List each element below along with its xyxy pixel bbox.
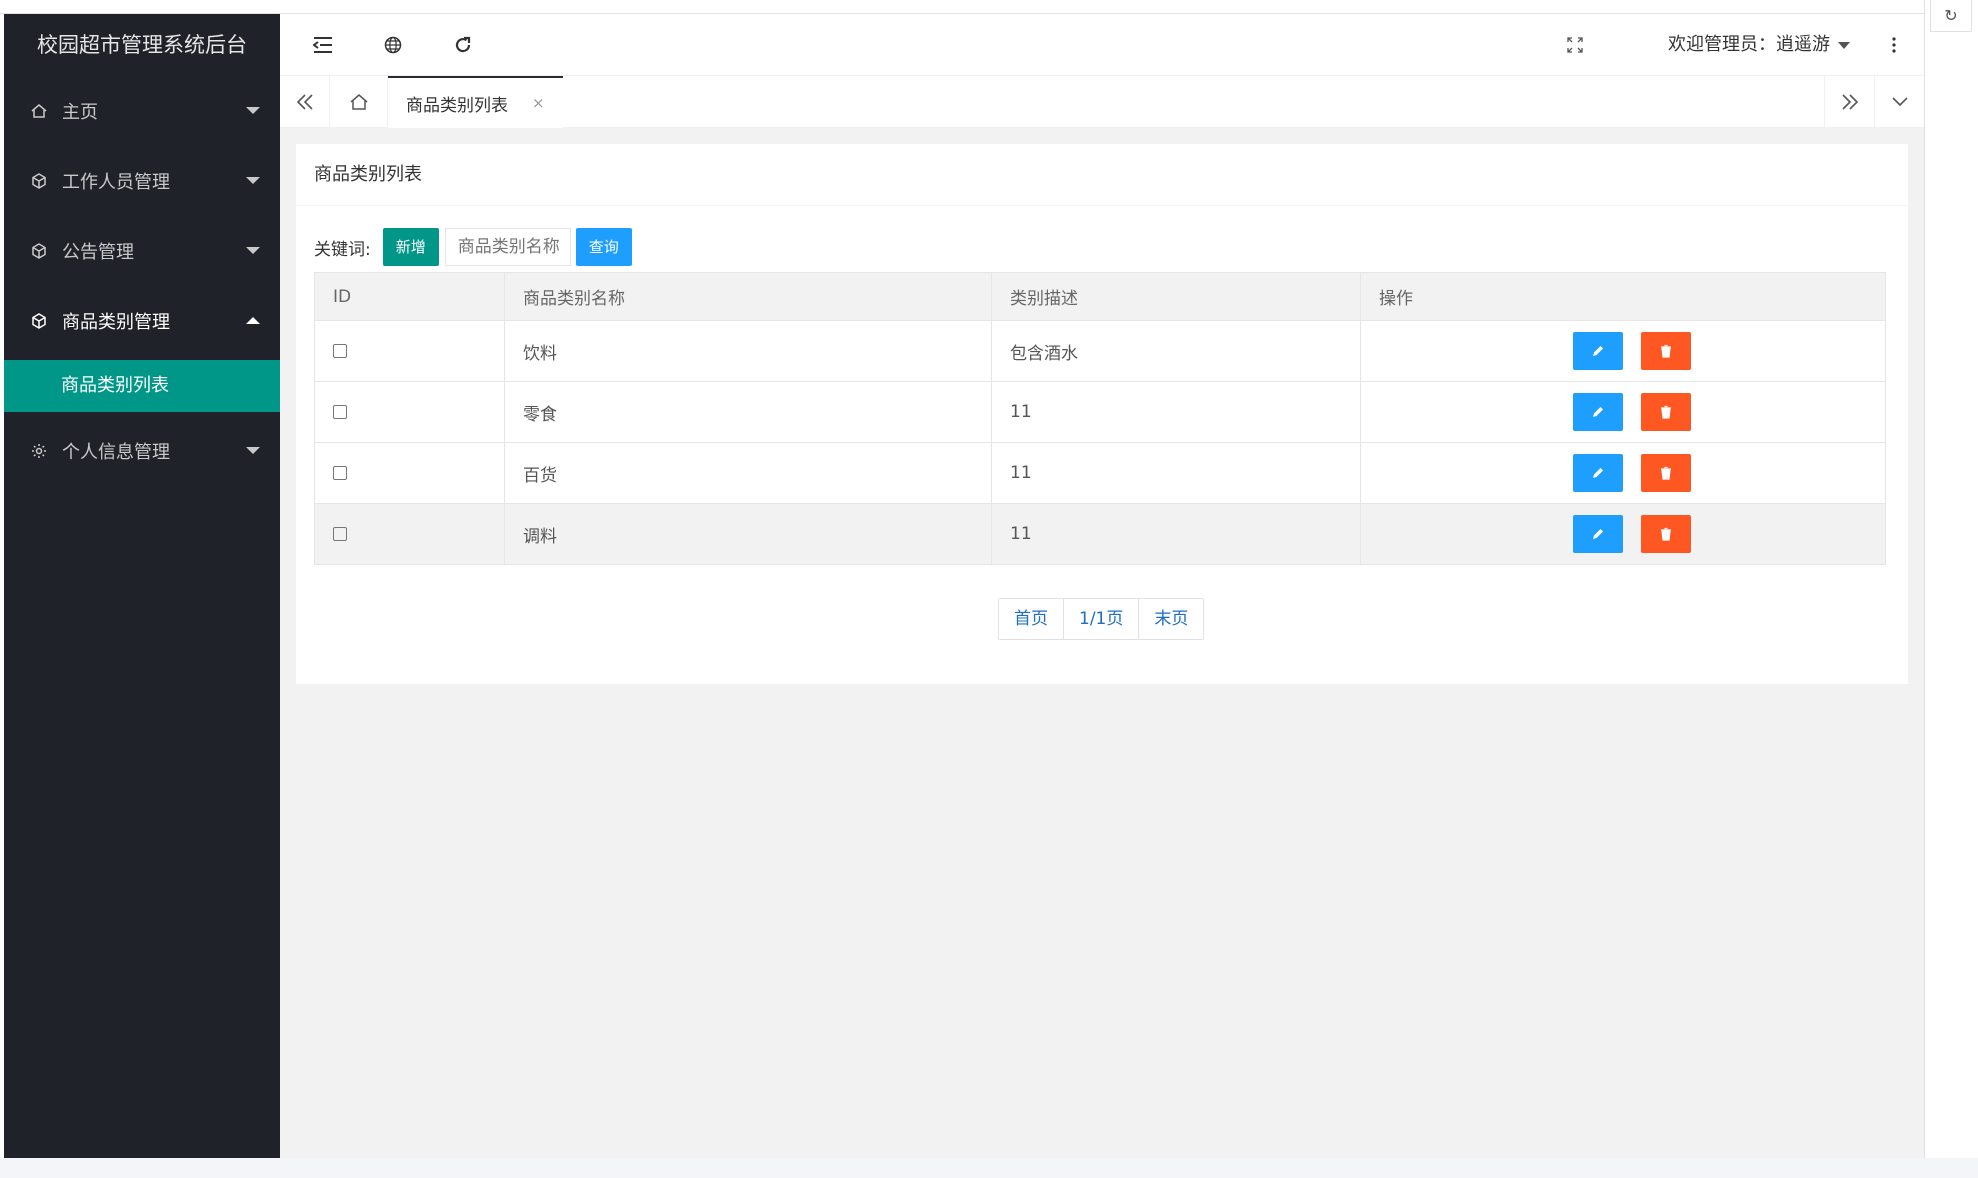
sidebar-item-staff[interactable]: 工作人员管理 xyxy=(4,146,280,216)
welcome-text: 欢迎管理员：逍遥游 xyxy=(1668,34,1830,55)
sidebar-item-label: 工作人员管理 xyxy=(62,172,170,193)
query-button[interactable]: 查询 xyxy=(575,228,632,266)
trash-icon xyxy=(1661,466,1671,480)
column-header-actions: 操作 xyxy=(1360,272,1886,321)
row-checkbox[interactable] xyxy=(333,466,347,480)
menu-fold-icon[interactable] xyxy=(288,14,358,76)
caret-down-icon xyxy=(246,447,260,454)
brand-title: 校园超市管理系统后台 xyxy=(37,33,247,57)
sidebar-item-label: 主页 xyxy=(62,102,98,123)
row-checkbox[interactable] xyxy=(333,344,347,358)
right-gutter xyxy=(1924,0,1978,1178)
page-first-link[interactable]: 首页 xyxy=(999,599,1064,639)
category-name-cell: 饮料 xyxy=(504,320,992,382)
tab-home-icon[interactable] xyxy=(330,76,388,128)
gear-icon xyxy=(28,440,50,462)
category-name-cell: 百货 xyxy=(504,442,992,504)
delete-button[interactable] xyxy=(1641,515,1691,553)
pencil-icon xyxy=(1593,468,1603,478)
sidebar-item-label: 个人信息管理 xyxy=(62,442,170,463)
delete-button[interactable] xyxy=(1641,393,1691,431)
table-header-row: ID 商品类别名称 类别描述 操作 xyxy=(314,272,1886,321)
caret-up-icon xyxy=(246,317,260,324)
sidebar-item-notice[interactable]: 公告管理 xyxy=(4,216,280,286)
delete-button[interactable] xyxy=(1641,454,1691,492)
keyword-label: 关键词: xyxy=(314,239,371,260)
column-header-desc: 类别描述 xyxy=(991,272,1361,321)
trash-icon xyxy=(1661,527,1671,541)
caret-down-icon xyxy=(1838,41,1850,49)
table-row: 零食 11 xyxy=(314,381,1886,443)
row-checkbox[interactable] xyxy=(333,405,347,419)
edit-button[interactable] xyxy=(1573,515,1623,553)
caret-down-icon xyxy=(246,247,260,254)
search-input[interactable] xyxy=(444,228,571,266)
page-current: 1/1页 xyxy=(1064,599,1140,639)
app-window: 校园超市管理系统后台 主页 工作人员管理 公告管理 商品类别管理 商品类别列表 … xyxy=(0,0,1978,1178)
tab-label: 商品类别列表 xyxy=(406,95,508,116)
category-table: ID 商品类别名称 类别描述 操作 饮料 包含酒水 零食 11 百货 11 调料… xyxy=(314,272,1886,565)
sidebar-item-label: 公告管理 xyxy=(62,242,134,263)
table-row: 饮料 包含酒水 xyxy=(314,320,1886,382)
tab-category-list[interactable]: 商品类别列表 × xyxy=(388,76,563,128)
row-checkbox[interactable] xyxy=(333,527,347,541)
caret-down-icon xyxy=(246,177,260,184)
sidebar-item-category[interactable]: 商品类别管理 xyxy=(4,286,280,356)
tab-bar: 商品类别列表 × xyxy=(280,76,1924,128)
category-desc-cell: 11 xyxy=(991,503,1361,565)
reload-icon[interactable]: ↻ xyxy=(1930,0,1972,32)
close-icon[interactable]: × xyxy=(532,94,545,112)
more-vertical-icon[interactable] xyxy=(1864,14,1924,76)
search-toolbar: 关键词: 新增 查询 xyxy=(314,228,632,266)
trash-icon xyxy=(1661,344,1671,358)
pencil-icon xyxy=(1593,346,1603,356)
sidebar-item-label: 商品类别管理 xyxy=(62,312,170,333)
home-icon xyxy=(28,100,50,122)
category-desc-cell: 11 xyxy=(991,381,1361,443)
cube-icon xyxy=(28,310,50,332)
tabs-next-icon[interactable] xyxy=(1824,76,1874,128)
category-name-cell: 调料 xyxy=(504,503,992,565)
table-row: 调料 11 xyxy=(314,503,1886,565)
add-button[interactable]: 新增 xyxy=(382,228,439,266)
bottom-strip xyxy=(0,1158,1978,1178)
tabs-prev-icon[interactable] xyxy=(280,76,330,128)
sidebar-subitem-category-list[interactable]: 商品类别列表 xyxy=(4,360,280,412)
pencil-icon xyxy=(1593,407,1603,417)
table-row: 百货 11 xyxy=(314,442,1886,504)
category-name-cell: 零食 xyxy=(504,381,992,443)
pagination: 首页 1/1页 末页 xyxy=(998,598,1205,640)
sidebar-item-profile[interactable]: 个人信息管理 xyxy=(4,416,280,486)
sidebar-menu: 主页 工作人员管理 公告管理 商品类别管理 商品类别列表 个人信息管理 xyxy=(4,76,280,486)
edit-button[interactable] xyxy=(1573,393,1623,431)
edit-button[interactable] xyxy=(1573,454,1623,492)
category-desc-cell: 11 xyxy=(991,442,1361,504)
main-area: 欢迎管理员：逍遥游 商品类别列表 × 商品类别列表 关键词: 新增 商品类别名称… xyxy=(280,14,1924,1158)
page-last-link[interactable]: 末页 xyxy=(1139,599,1204,639)
column-header-id: ID xyxy=(314,272,505,321)
edit-button[interactable] xyxy=(1573,332,1623,370)
delete-button[interactable] xyxy=(1641,332,1691,370)
page-title: 商品类别列表 xyxy=(296,144,1908,206)
cube-icon xyxy=(28,170,50,192)
caret-down-icon xyxy=(246,107,260,114)
user-menu[interactable]: 欢迎管理员：逍遥游 xyxy=(1668,14,1850,76)
submenu: 商品类别列表 xyxy=(4,356,280,416)
category-desc-cell: 包含酒水 xyxy=(991,320,1361,382)
sidebar-item-home[interactable]: 主页 xyxy=(4,76,280,146)
tabs-dropdown-icon[interactable] xyxy=(1874,76,1924,128)
refresh-icon[interactable] xyxy=(428,14,498,76)
content-card: 商品类别列表 关键词: 新增 查询 ID 商品类别名称 类别描述 操作 xyxy=(296,144,1908,684)
cube-icon xyxy=(28,240,50,262)
globe-icon[interactable] xyxy=(358,14,428,76)
fullscreen-icon[interactable] xyxy=(1540,14,1610,76)
column-header-name: 商品类别名称 xyxy=(504,272,992,321)
pencil-icon xyxy=(1593,529,1603,539)
sidebar: 校园超市管理系统后台 主页 工作人员管理 公告管理 商品类别管理 商品类别列表 … xyxy=(4,14,280,1158)
trash-icon xyxy=(1661,405,1671,419)
top-border xyxy=(0,0,1924,14)
top-header: 欢迎管理员：逍遥游 xyxy=(280,14,1924,76)
